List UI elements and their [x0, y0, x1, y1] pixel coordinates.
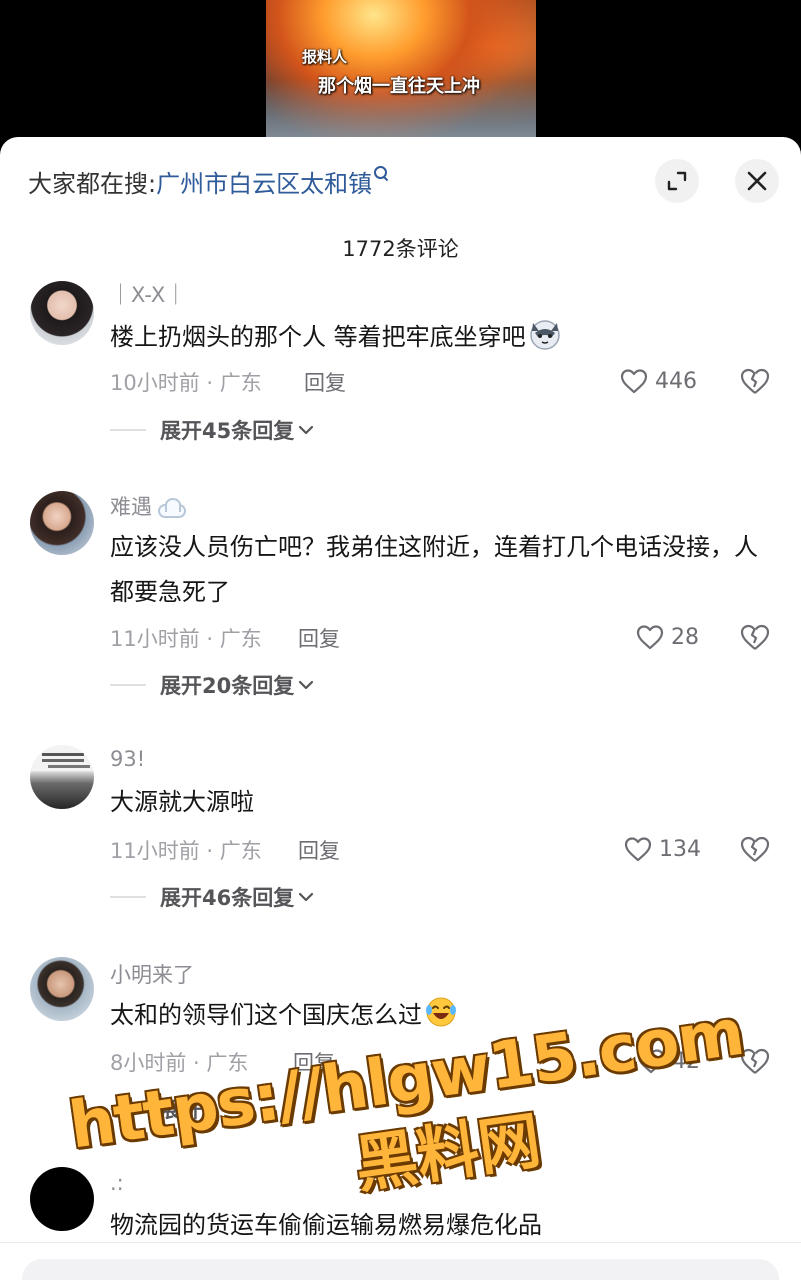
comment-text-content: 楼上扔烟头的那个人 等着把牢底坐穿吧 — [110, 323, 526, 351]
avatar[interactable] — [30, 491, 94, 555]
video-area[interactable]: 报料人 那个烟一直往天上冲 — [0, 0, 801, 150]
comment-time-location: 8小时前 · 广东 — [110, 1051, 249, 1075]
wolf-emoji-icon — [529, 320, 560, 350]
search-prefix: 大家都在搜: — [28, 169, 157, 198]
expand-divider — [110, 896, 146, 898]
reply-button[interactable]: 回复 — [298, 835, 340, 865]
chevron-down-icon — [299, 425, 314, 435]
like-button[interactable]: 134 — [623, 834, 701, 864]
video-subtitle-line: 那个烟一直往天上冲 — [318, 76, 480, 97]
search-icon — [374, 166, 390, 182]
avatar-caption — [42, 753, 84, 756]
broken-heart-icon[interactable] — [738, 622, 772, 652]
expand-replies-label: 展开 — [160, 1098, 202, 1122]
broken-heart-icon[interactable] — [738, 1046, 772, 1076]
comment-username[interactable]: 难遇 — [110, 491, 186, 521]
comment-time-location: 11小时前 · 广东 — [110, 627, 262, 651]
comment-time-location: 10小时前 · 广东 — [110, 371, 262, 395]
comment-input-bar[interactable] — [22, 1259, 779, 1280]
heart-icon — [637, 1049, 665, 1074]
comment-text-content: 太和的领导们这个国庆怎么过 — [110, 1001, 422, 1029]
comment-username[interactable]: .: — [110, 1171, 124, 1195]
comment-username-text: 难遇 — [110, 495, 152, 519]
reply-button[interactable]: 回复 — [304, 367, 346, 397]
heart-icon — [620, 369, 648, 394]
expand-divider — [110, 1108, 146, 1110]
broken-heart-icon[interactable] — [738, 834, 772, 864]
heart-icon — [624, 837, 652, 862]
video-thumbnail[interactable]: 报料人 那个烟一直往天上冲 — [266, 0, 536, 150]
like-count: 42 — [672, 1048, 700, 1074]
expand-replies[interactable]: 展开20条回复 — [110, 670, 314, 700]
comment-time-location: 11小时前 · 广东 — [110, 839, 262, 863]
chevron-down-icon — [299, 680, 314, 690]
comment-text: 应该没人员伤亡吧？我弟住这附近，连着打几个电话没接，人都要急死了 — [110, 533, 758, 606]
expand-divider — [110, 684, 146, 686]
comment-text: 太和的领导们这个国庆怎么过 — [110, 993, 770, 1038]
expand-replies-label: 展开46条回复 — [160, 886, 295, 910]
expand-button[interactable] — [655, 159, 699, 203]
expand-divider — [110, 429, 146, 431]
laughing-crying-emoji-icon — [426, 997, 456, 1027]
avatar[interactable] — [30, 281, 94, 345]
like-count: 446 — [655, 368, 697, 394]
avatar[interactable] — [30, 745, 94, 809]
like-count: 134 — [659, 836, 701, 862]
reply-button[interactable]: 回复 — [298, 623, 340, 653]
expand-replies[interactable]: 展开45条回复 — [110, 415, 314, 445]
comment-sheet: 大家都在搜: 广州市白云区太和镇 1772条评论 ｜X-X｜ 楼上扔烟头的那个人… — [0, 137, 801, 1280]
like-count: 28 — [671, 624, 699, 650]
expand-replies[interactable]: 展开46条回复 — [110, 882, 314, 912]
expand-icon — [667, 171, 687, 191]
avatar[interactable] — [30, 1167, 94, 1231]
like-button[interactable]: 42 — [636, 1046, 700, 1076]
comment-username[interactable]: 93! — [110, 747, 145, 771]
comment-count: 1772条评论 — [342, 237, 459, 261]
like-button[interactable]: 28 — [635, 622, 699, 652]
comment-text: 楼上扔烟头的那个人 等着把牢底坐穿吧 — [110, 315, 770, 360]
cloud-icon — [156, 498, 186, 518]
chevron-down-icon — [299, 892, 314, 902]
expand-replies[interactable]: 展开 — [110, 1094, 202, 1124]
bottom-divider — [0, 1242, 801, 1243]
broken-heart-icon[interactable] — [738, 366, 772, 396]
avatar[interactable] — [30, 957, 94, 1021]
search-term-link[interactable]: 广州市白云区太和镇 — [156, 164, 372, 199]
comment-text: 大源就大源啦 — [110, 788, 254, 816]
trending-search[interactable]: 大家都在搜: 广州市白云区太和镇 — [28, 163, 390, 199]
heart-icon — [636, 625, 664, 650]
comment-username[interactable]: 小明来了 — [110, 959, 194, 989]
expand-replies-label: 展开20条回复 — [160, 674, 295, 698]
comment-username[interactable]: ｜X-X｜ — [110, 279, 186, 309]
reply-button[interactable]: 回复 — [293, 1047, 335, 1077]
expand-replies-label: 展开45条回复 — [160, 419, 295, 443]
like-button[interactable]: 446 — [619, 366, 697, 396]
close-button[interactable] — [735, 159, 779, 203]
video-subtitle-speaker: 报料人 — [302, 48, 348, 66]
close-icon — [747, 171, 767, 191]
